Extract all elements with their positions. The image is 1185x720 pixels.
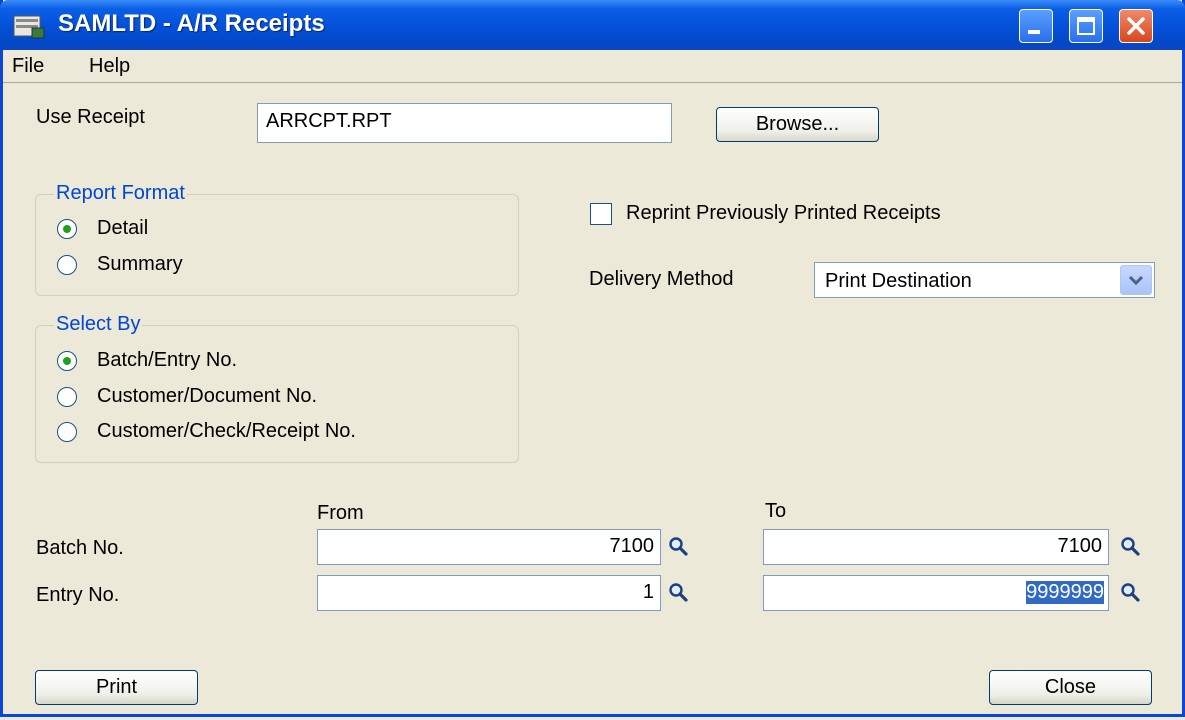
delivery-method-value: Print Destination bbox=[825, 270, 972, 292]
report-format-title: Report Format bbox=[54, 182, 187, 205]
entry-to-finder-icon[interactable] bbox=[1119, 581, 1141, 603]
close-button[interactable]: Close bbox=[989, 670, 1152, 705]
minimize-button[interactable] bbox=[1019, 9, 1053, 43]
customer-check-receipt-radio-label[interactable]: Customer/Check/Receipt No. bbox=[97, 420, 356, 443]
use-receipt-input[interactable]: ARRCPT.RPT bbox=[257, 103, 672, 143]
batch-no-label: Batch No. bbox=[36, 537, 124, 559]
select-by-title: Select By bbox=[54, 313, 143, 336]
reprint-checkbox-label[interactable]: Reprint Previously Printed Receipts bbox=[626, 202, 941, 225]
batch-entry-radio-label[interactable]: Batch/Entry No. bbox=[97, 349, 237, 372]
reprint-checkbox[interactable] bbox=[590, 203, 612, 225]
batch-from-finder-icon[interactable] bbox=[667, 535, 689, 557]
summary-radio[interactable] bbox=[57, 255, 77, 275]
to-label: To bbox=[765, 500, 787, 522]
detail-radio[interactable] bbox=[57, 219, 77, 239]
customer-check-receipt-radio[interactable] bbox=[57, 422, 77, 442]
customer-document-radio-label[interactable]: Customer/Document No. bbox=[97, 385, 317, 408]
delivery-method-label: Delivery Method bbox=[589, 268, 734, 290]
entry-to-input[interactable]: 9999999 bbox=[763, 575, 1109, 611]
customer-document-radio[interactable] bbox=[57, 387, 77, 407]
ar-receipts-window: SAMLTD - A/R Receipts File Help Use Rece… bbox=[0, 0, 1185, 717]
use-receipt-label: Use Receipt bbox=[36, 106, 145, 128]
delivery-dropdown-button[interactable] bbox=[1120, 265, 1152, 295]
entry-from-input[interactable]: 1 bbox=[317, 575, 661, 611]
app-icon bbox=[13, 15, 45, 39]
print-button[interactable]: Print bbox=[35, 670, 198, 705]
title-bar[interactable]: SAMLTD - A/R Receipts bbox=[0, 0, 1185, 50]
detail-radio-label[interactable]: Detail bbox=[97, 217, 148, 240]
batch-from-input[interactable]: 7100 bbox=[317, 529, 661, 565]
menu-file[interactable]: File bbox=[12, 55, 44, 78]
close-window-button[interactable] bbox=[1119, 9, 1153, 43]
maximize-button[interactable] bbox=[1069, 9, 1103, 43]
entry-no-label: Entry No. bbox=[36, 584, 120, 606]
chevron-down-icon bbox=[1128, 275, 1144, 286]
entry-to-selected-text: 9999999 bbox=[1026, 581, 1104, 604]
close-icon bbox=[1127, 17, 1145, 35]
maximize-icon bbox=[1077, 17, 1095, 35]
summary-radio-label[interactable]: Summary bbox=[97, 253, 183, 276]
delivery-method-select[interactable]: Print Destination bbox=[814, 262, 1155, 298]
minimize-icon bbox=[1028, 30, 1040, 34]
browse-button[interactable]: Browse... bbox=[716, 107, 879, 142]
from-label: From bbox=[317, 502, 364, 524]
menu-help[interactable]: Help bbox=[89, 55, 130, 78]
menu-bar: File Help bbox=[3, 50, 1182, 83]
window-title: SAMLTD - A/R Receipts bbox=[58, 10, 325, 37]
entry-from-finder-icon[interactable] bbox=[667, 581, 689, 603]
batch-entry-radio[interactable] bbox=[57, 351, 77, 371]
batch-to-input[interactable]: 7100 bbox=[763, 529, 1109, 565]
report-format-group bbox=[35, 194, 519, 296]
batch-to-finder-icon[interactable] bbox=[1119, 535, 1141, 557]
